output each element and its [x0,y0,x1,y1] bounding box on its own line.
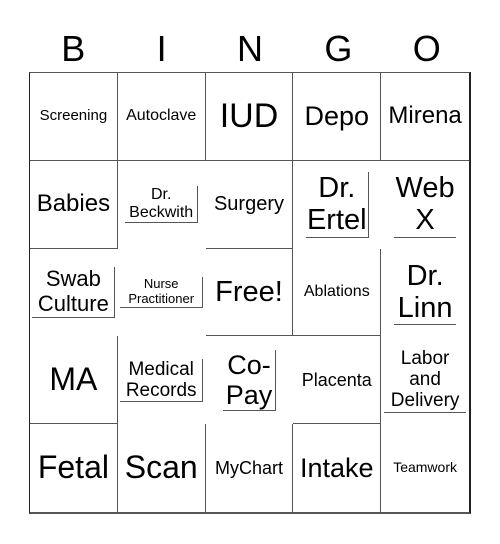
bingo-cell[interactable]: Dr. Beckwith [125,186,199,224]
bingo-cell[interactable]: IUD [205,73,294,161]
bingo-cell[interactable]: Dr. Ertel [305,171,369,238]
bingo-cell[interactable]: Placenta [293,336,382,425]
bingo-cell[interactable]: Mirena [381,73,469,161]
bingo-cell[interactable]: Co-Pay [222,349,276,412]
bingo-cell[interactable]: Ablations [293,248,382,337]
bingo-cell[interactable]: Free! [205,248,294,337]
bingo-cell[interactable]: MA [30,336,118,425]
header-letter-o: O [412,28,441,69]
bingo-cell[interactable]: Screening [30,73,118,161]
bingo-cell[interactable]: Depo [293,73,382,161]
bingo-header: B I N G O [29,26,471,72]
bingo-cell[interactable]: Fetal [30,424,118,512]
bingo-cell[interactable]: Medical Records [120,358,204,403]
header-letter-b: B [61,28,86,69]
bingo-cell[interactable]: Babies [30,160,118,249]
bingo-cell[interactable]: Teamwork [381,424,469,512]
bingo-cell[interactable]: Labor and Delivery [384,348,467,413]
bingo-cell[interactable]: Nurse Practitioner [120,277,204,308]
bingo-cell[interactable]: Surgery [205,160,294,249]
bingo-cell[interactable]: Swab Culture [32,267,116,318]
bingo-cell[interactable]: Web X [394,172,457,238]
bingo-cell[interactable]: Dr. Linn [394,260,457,326]
header-letter-n: N [236,28,263,69]
header-letter-g: G [324,28,353,69]
bingo-cell[interactable]: MyChart [206,424,294,512]
bingo-cell[interactable]: Autoclave [117,73,206,161]
bingo-grid: Screening Autoclave IUD Depo Mirena Babi… [29,72,471,514]
bingo-cell[interactable]: Scan [118,424,206,512]
bingo-cell[interactable]: Intake [293,424,382,512]
header-letter-i: I [156,28,167,69]
